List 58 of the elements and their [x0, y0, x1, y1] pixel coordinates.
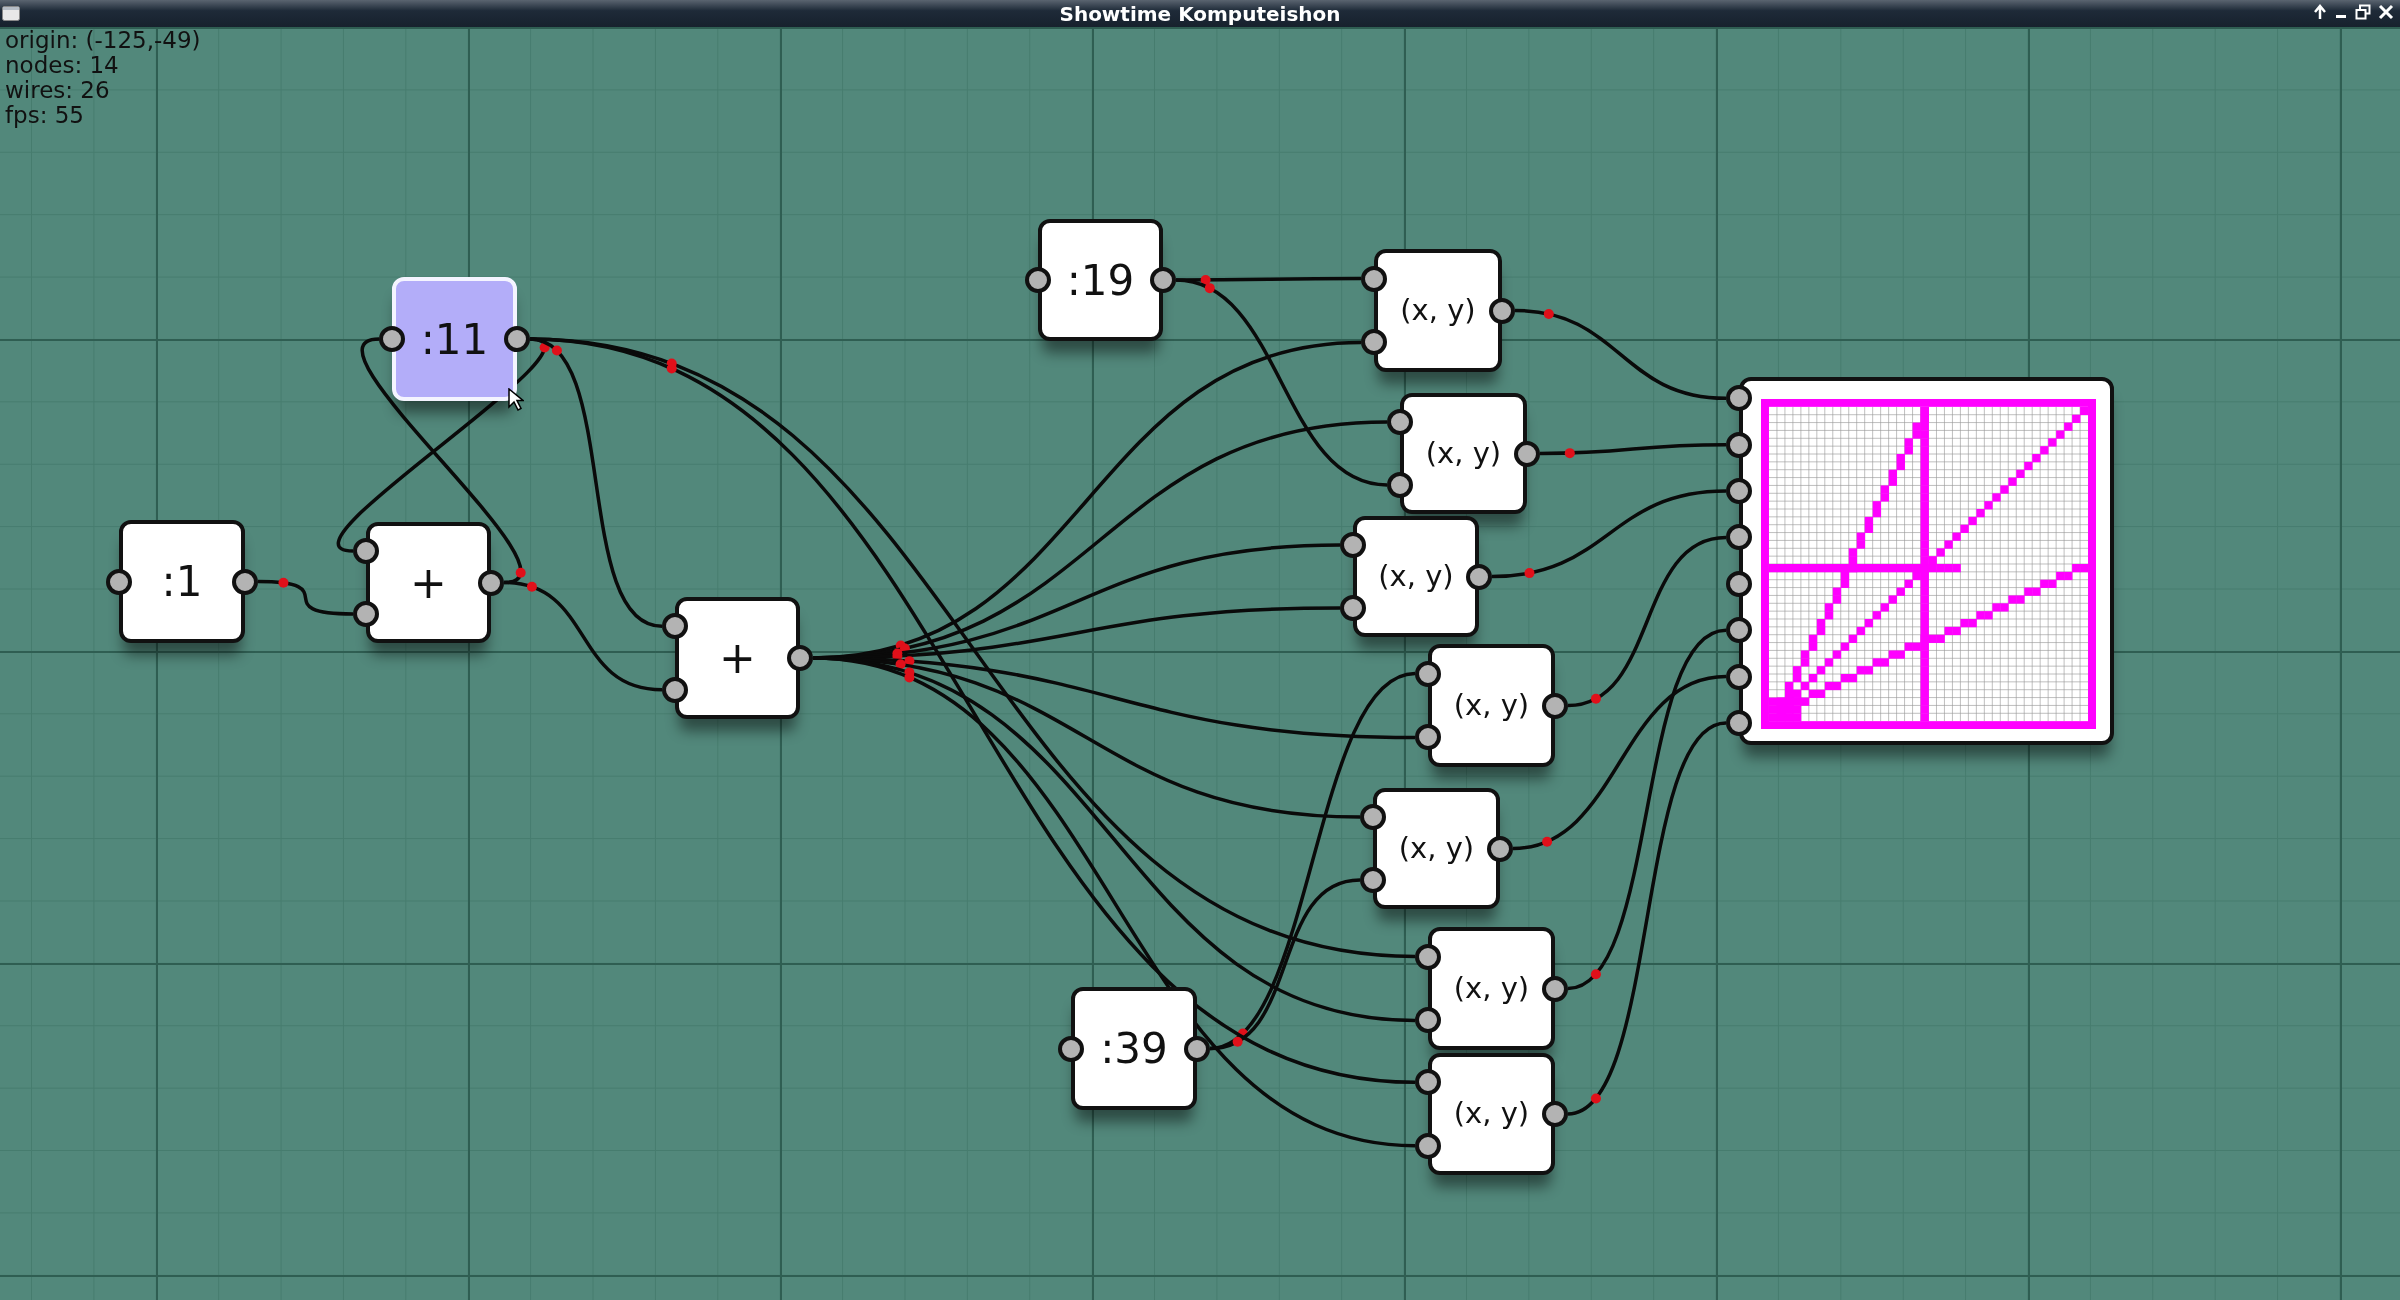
- status-text: fps: 55: [5, 103, 85, 128]
- port[interactable]: [353, 600, 379, 627]
- status-text: origin: (-125,-49): [5, 28, 201, 53]
- port[interactable]: [1415, 1007, 1441, 1034]
- port[interactable]: [1361, 265, 1387, 292]
- port[interactable]: [1726, 478, 1752, 505]
- node[interactable]: (x, y): [1428, 1053, 1555, 1175]
- node[interactable]: :39: [1071, 987, 1197, 1110]
- node[interactable]: (x, y): [1428, 644, 1555, 767]
- port[interactable]: [787, 645, 813, 671]
- port[interactable]: [106, 568, 132, 595]
- plot-node[interactable]: [1739, 377, 2114, 745]
- port[interactable]: [504, 326, 530, 352]
- node[interactable]: :1: [119, 520, 245, 643]
- port[interactable]: [1542, 1101, 1568, 1127]
- port[interactable]: [1726, 570, 1752, 597]
- restore-icon[interactable]: [2355, 4, 2371, 20]
- port[interactable]: [1415, 943, 1441, 970]
- node[interactable]: (x, y): [1428, 927, 1555, 1050]
- node[interactable]: :19: [1038, 219, 1163, 341]
- node[interactable]: (x, y): [1374, 249, 1502, 372]
- port[interactable]: [1360, 866, 1386, 893]
- port[interactable]: [1058, 1035, 1084, 1062]
- port[interactable]: [1360, 804, 1386, 831]
- port[interactable]: [1726, 524, 1752, 551]
- node[interactable]: :11: [392, 277, 517, 401]
- window-title: Showtime Komputeishon: [1059, 3, 1341, 24]
- port[interactable]: [662, 676, 688, 703]
- status-text: wires: 26: [5, 78, 111, 103]
- status-text: nodes: 14: [5, 53, 120, 78]
- close-icon[interactable]: [2378, 4, 2394, 20]
- port[interactable]: [353, 538, 379, 565]
- window-menu-icon[interactable]: [2, 6, 20, 21]
- port[interactable]: [1726, 709, 1752, 736]
- arrow-up-icon[interactable]: [2313, 4, 2327, 20]
- port[interactable]: [1415, 1069, 1441, 1096]
- port[interactable]: [662, 613, 688, 640]
- port[interactable]: [1726, 617, 1752, 644]
- node[interactable]: (x, y): [1400, 393, 1527, 514]
- node[interactable]: (x, y): [1373, 788, 1500, 909]
- port[interactable]: [1361, 329, 1387, 356]
- node[interactable]: +: [675, 597, 800, 719]
- cursor-icon: [508, 388, 524, 412]
- node[interactable]: (x, y): [1353, 516, 1479, 637]
- port[interactable]: [1415, 1132, 1441, 1159]
- port[interactable]: [1726, 431, 1752, 458]
- port[interactable]: [379, 326, 405, 352]
- port[interactable]: [1025, 267, 1051, 293]
- node[interactable]: +: [366, 522, 491, 643]
- port[interactable]: [1726, 663, 1752, 690]
- port[interactable]: [1387, 409, 1413, 436]
- port[interactable]: [1340, 594, 1366, 621]
- port[interactable]: [1387, 471, 1413, 498]
- port[interactable]: [1415, 724, 1441, 751]
- port[interactable]: [1726, 385, 1752, 412]
- port[interactable]: [1415, 660, 1441, 687]
- port[interactable]: [1340, 532, 1366, 559]
- port[interactable]: [1150, 267, 1176, 293]
